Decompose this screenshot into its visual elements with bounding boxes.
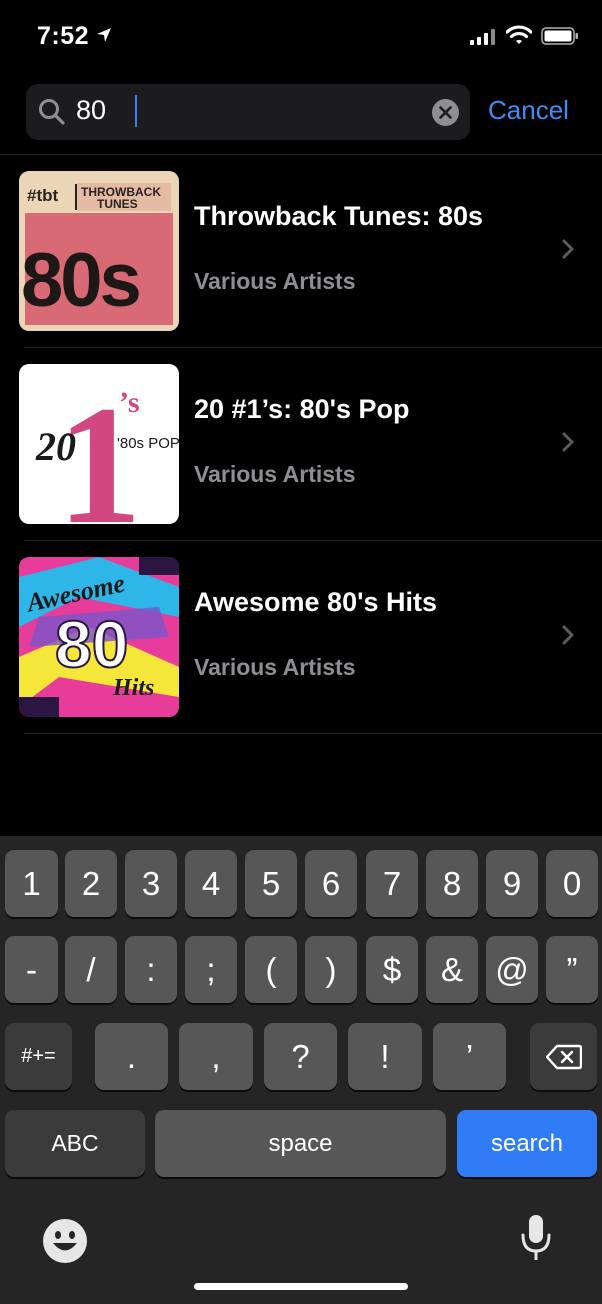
result-title: Awesome 80's Hits — [194, 587, 438, 617]
key-open-paren[interactable]: ( — [245, 936, 297, 1003]
status-bar: 7:52 — [0, 0, 602, 72]
key-semicolon[interactable]: ; — [185, 936, 237, 1003]
wifi-icon — [506, 25, 532, 44]
key-search[interactable]: search — [457, 1110, 597, 1177]
key-slash[interactable]: / — [65, 936, 117, 1003]
result-subtitle: Various Artists — [194, 461, 356, 487]
result-subtitle: Various Artists — [194, 268, 356, 294]
art-line2: TUNES — [97, 197, 138, 211]
location-arrow-icon — [97, 28, 111, 42]
result-title: Throwback Tunes: 80s — [194, 201, 484, 231]
art-big: 80s — [21, 238, 140, 323]
cellular-signal-icon — [470, 29, 495, 45]
key-0[interactable]: 0 — [546, 850, 598, 917]
key-close-paren[interactable]: ) — [305, 936, 357, 1003]
art-mid: 80 — [55, 607, 128, 681]
album-art-20-number-ones: 1 ’s 20 '80s POP — [19, 364, 179, 524]
album-art-awesome-80s-hits: Awesome 80 Hits — [19, 557, 179, 717]
result-row[interactable]: 1 ’s 20 '80s POP 20 #1’s: 80's Pop Vario… — [0, 348, 602, 541]
key-hyphen[interactable]: - — [5, 936, 58, 1003]
search-results-list: #tbt THROWBACK TUNES 80s Throwback Tunes… — [0, 155, 602, 734]
result-row[interactable]: Awesome 80 Hits Awesome 80's Hits Variou… — [0, 541, 602, 734]
key-quote[interactable]: ” — [546, 936, 598, 1003]
clear-search-button[interactable] — [432, 99, 459, 126]
key-5[interactable]: 5 — [245, 850, 297, 917]
keyboard: 1 2 3 4 5 6 7 8 9 0 - / : ; ( ) $ & @ ” … — [0, 836, 602, 1304]
result-title: 20 #1’s: 80's Pop — [194, 394, 410, 424]
backspace-icon — [545, 1044, 582, 1069]
emoji-icon[interactable] — [42, 1218, 88, 1264]
cancel-button[interactable]: Cancel — [488, 95, 569, 126]
key-3[interactable]: 3 — [125, 850, 177, 917]
chevron-right-icon — [562, 432, 574, 452]
search-field[interactable]: 80 — [26, 84, 470, 140]
key-9[interactable]: 9 — [486, 850, 538, 917]
key-dollar[interactable]: $ — [366, 936, 418, 1003]
key-exclamation[interactable]: ! — [348, 1023, 422, 1090]
delete-key[interactable] — [530, 1023, 597, 1090]
chevron-right-icon — [562, 625, 574, 645]
art-bottom: Hits — [112, 675, 154, 701]
key-colon[interactable]: : — [125, 936, 177, 1003]
key-more-symbols[interactable]: #+= — [5, 1023, 72, 1090]
search-icon — [39, 99, 65, 125]
key-period[interactable]: . — [95, 1023, 168, 1090]
key-2[interactable]: 2 — [65, 850, 117, 917]
result-subtitle: Various Artists — [194, 654, 356, 680]
art-sup: ’s — [119, 386, 140, 419]
status-time: 7:52 — [37, 22, 90, 50]
chevron-right-icon — [562, 239, 574, 259]
key-8[interactable]: 8 — [426, 850, 478, 917]
row-separator — [24, 733, 602, 734]
key-ampersand[interactable]: & — [426, 936, 478, 1003]
key-question[interactable]: ? — [264, 1023, 337, 1090]
microphone-icon[interactable] — [520, 1213, 552, 1263]
key-space[interactable]: space — [155, 1110, 446, 1177]
art-tag: #tbt — [27, 186, 59, 205]
art-sub: '80s POP — [117, 435, 179, 452]
search-input[interactable]: 80 — [76, 95, 106, 126]
key-7[interactable]: 7 — [366, 850, 418, 917]
key-4[interactable]: 4 — [185, 850, 237, 917]
key-abc[interactable]: ABC — [5, 1110, 145, 1177]
key-apostrophe[interactable]: ’ — [433, 1023, 506, 1090]
key-6[interactable]: 6 — [305, 850, 357, 917]
key-comma[interactable]: , — [179, 1023, 253, 1090]
battery-icon — [541, 27, 578, 45]
key-1[interactable]: 1 — [5, 850, 58, 917]
text-cursor — [135, 95, 137, 127]
key-at[interactable]: @ — [486, 936, 538, 1003]
album-art-throwback-tunes: #tbt THROWBACK TUNES 80s — [19, 171, 179, 331]
close-icon — [439, 106, 452, 119]
home-indicator[interactable] — [194, 1283, 408, 1290]
result-row[interactable]: #tbt THROWBACK TUNES 80s Throwback Tunes… — [0, 155, 602, 348]
art-left: 20 — [35, 424, 76, 469]
